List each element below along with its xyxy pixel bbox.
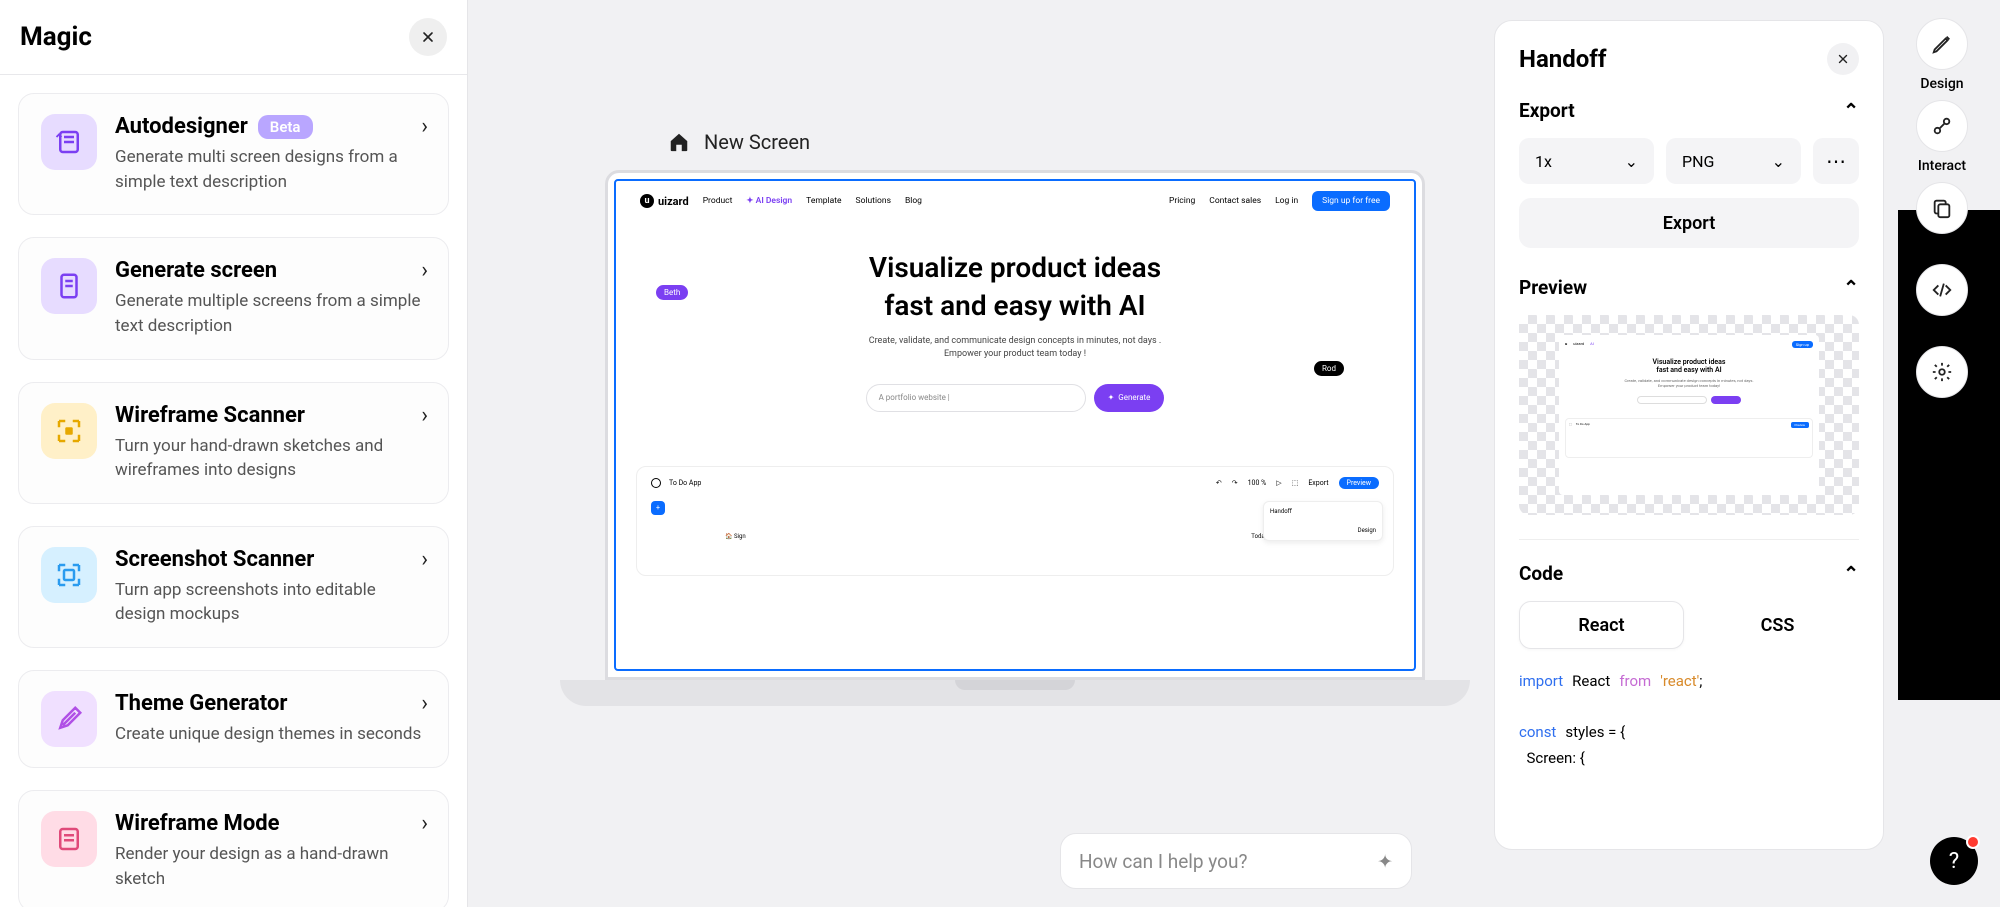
ai-chat-input[interactable]: How can I help you? ✦ xyxy=(1060,833,1412,889)
preview-thumbnail: u uizard AISign up Visualize product ide… xyxy=(1519,315,1859,515)
rail-label: Design xyxy=(1920,76,1963,92)
mock-generate-btn: ✦ Generate xyxy=(1094,384,1165,412)
card-desc: Turn your hand-drawn sketches and wirefr… xyxy=(115,434,426,483)
export-scale-select[interactable]: 1x ⌄ xyxy=(1519,138,1654,184)
handoff-panel: Handoff Export ⌃ 1x ⌄ PNG ⌄ ⋯ Export Pre… xyxy=(1494,20,1884,850)
mock-logo: uuizard xyxy=(640,194,689,208)
more-icon: ⋯ xyxy=(1826,149,1846,173)
wireframe-scanner-icon xyxy=(41,403,97,459)
magic-header: Magic xyxy=(0,0,467,75)
mock-hero-line1: Visualize product ideas xyxy=(676,249,1354,287)
export-button[interactable]: Export xyxy=(1519,198,1859,248)
rail-design-button[interactable] xyxy=(1916,18,1968,70)
card-generate-screen[interactable]: Generate screen Generate multiple screen… xyxy=(18,237,449,359)
sparkle-icon: ✦ xyxy=(1377,850,1393,873)
canvas-screen[interactable]: uuizard Product ✦ AI Design Template Sol… xyxy=(560,170,1470,706)
chevron-down-icon: ⌄ xyxy=(1772,152,1785,171)
chat-placeholder: How can I help you? xyxy=(1079,850,1247,873)
breadcrumb-label: New Screen xyxy=(704,130,810,154)
chevron-up-icon: ⌃ xyxy=(1843,99,1859,122)
preview-section-header[interactable]: Preview ⌃ xyxy=(1519,276,1859,299)
rail-label: Screens xyxy=(1917,240,1968,256)
screens-icon xyxy=(1931,197,1953,219)
card-title-text: Autodesigner xyxy=(115,114,248,139)
gear-icon xyxy=(1931,361,1953,383)
card-title-text: Generate screen xyxy=(115,258,277,283)
tab-react[interactable]: React xyxy=(1519,601,1684,649)
mock-sub1: Create, validate, and communicate design… xyxy=(676,335,1354,349)
help-button[interactable]: ? xyxy=(1930,837,1978,885)
website-mockup: uuizard Product ✦ AI Design Template Sol… xyxy=(614,179,1416,671)
handoff-title: Handoff xyxy=(1519,45,1606,73)
magic-cards-list: Autodesigner Beta Generate multi screen … xyxy=(0,75,467,907)
interact-icon xyxy=(1931,115,1953,137)
export-more-button[interactable]: ⋯ xyxy=(1813,138,1859,184)
code-icon xyxy=(1931,279,1953,301)
export-format-select[interactable]: PNG ⌄ xyxy=(1666,138,1801,184)
rail-label: Settings xyxy=(1916,404,1968,420)
rail-label: Handoff xyxy=(1917,322,1968,338)
cursor-pill-beth: Beth xyxy=(656,285,688,300)
chevron-down-icon: ⌄ xyxy=(1625,152,1638,171)
beta-badge: Beta xyxy=(258,115,313,139)
card-screenshot-scanner[interactable]: Screenshot Scanner Turn app screenshots … xyxy=(18,526,449,648)
card-title-text: Theme Generator xyxy=(115,691,287,716)
card-wireframe-scanner[interactable]: Wireframe Scanner Turn your hand-drawn s… xyxy=(18,382,449,504)
close-icon xyxy=(420,29,436,45)
card-title-text: Wireframe Scanner xyxy=(115,403,305,428)
card-title-text: Wireframe Mode xyxy=(115,811,280,836)
mock-nested-app: To Do App ↶↷ 100 % ▷⬚ Export Preview Han… xyxy=(636,466,1394,576)
screenshot-scanner-icon xyxy=(41,547,97,603)
card-autodesigner[interactable]: Autodesigner Beta Generate multi screen … xyxy=(18,93,449,215)
close-magic-button[interactable] xyxy=(409,18,447,56)
mock-hero-line2: fast and easy with AI xyxy=(676,287,1354,325)
rail-handoff-button[interactable] xyxy=(1916,264,1968,316)
chevron-right-icon: › xyxy=(421,114,428,139)
tab-css[interactable]: CSS xyxy=(1696,601,1859,649)
mock-sub2: Empower your product team today ! xyxy=(676,348,1354,362)
laptop-base xyxy=(560,680,1470,706)
card-theme-generator[interactable]: Theme Generator Create unique design the… xyxy=(18,670,449,768)
help-icon: ? xyxy=(1949,849,1959,874)
autodesigner-icon xyxy=(41,114,97,170)
export-section-header[interactable]: Export ⌃ xyxy=(1519,99,1859,122)
chevron-right-icon: › xyxy=(421,547,428,572)
chevron-right-icon: › xyxy=(421,403,428,428)
mock-input: A portfolio website | xyxy=(866,384,1086,412)
chevron-up-icon: ⌃ xyxy=(1843,276,1859,299)
notification-dot xyxy=(1966,835,1980,849)
rail-settings-button[interactable] xyxy=(1916,346,1968,398)
cursor-pill-rod: Rod xyxy=(1314,361,1344,376)
magic-left-panel: Magic Autodesigner Beta Generate multi s… xyxy=(0,0,468,907)
chevron-up-icon: ⌃ xyxy=(1843,562,1859,585)
rail-label: Interact xyxy=(1918,158,1966,174)
card-desc: Turn app screenshots into editable desig… xyxy=(115,578,426,627)
rail-screens-button[interactable] xyxy=(1916,182,1968,234)
close-handoff-button[interactable] xyxy=(1827,43,1859,75)
generate-screen-icon xyxy=(41,258,97,314)
magic-title: Magic xyxy=(20,22,92,52)
chevron-right-icon: › xyxy=(421,691,428,716)
card-desc: Generate multi screen designs from a sim… xyxy=(115,145,426,194)
code-block[interactable]: import React from 'react'; const styles … xyxy=(1519,669,1859,771)
chevron-right-icon: › xyxy=(421,811,428,836)
pencil-icon xyxy=(1931,33,1953,55)
theme-generator-icon xyxy=(41,691,97,747)
chevron-right-icon: › xyxy=(421,258,428,283)
card-desc: Generate multiple screens from a simple … xyxy=(115,289,426,338)
home-icon xyxy=(668,131,690,153)
card-wireframe-mode[interactable]: Wireframe Mode Render your design as a h… xyxy=(18,790,449,907)
card-desc: Render your design as a hand-drawn sketc… xyxy=(115,842,426,891)
breadcrumb[interactable]: New Screen xyxy=(668,130,810,154)
code-section-header[interactable]: Code ⌃ xyxy=(1519,562,1859,585)
rail-interact-button[interactable] xyxy=(1916,100,1968,152)
card-desc: Create unique design themes in seconds xyxy=(115,722,426,747)
wireframe-mode-icon xyxy=(41,811,97,867)
card-title-text: Screenshot Scanner xyxy=(115,547,314,572)
right-toolbar: Design Interact Screens Handoff Settings xyxy=(1898,18,1986,420)
close-icon xyxy=(1836,52,1850,66)
